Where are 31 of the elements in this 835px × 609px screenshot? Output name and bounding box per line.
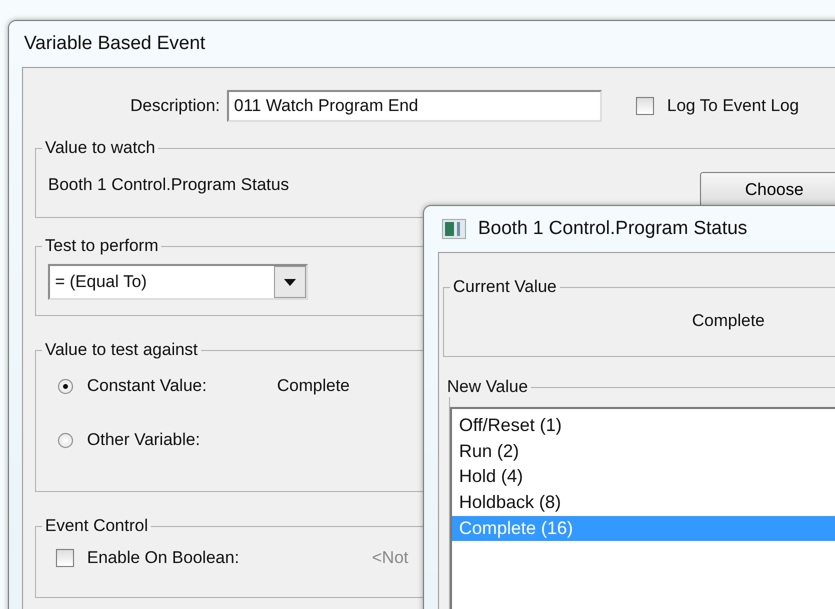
checkbox-label: Enable On Boolean:	[87, 548, 240, 568]
value-list[interactable]: Off/Reset (1) Run (2) Hold (4) Holdback (8) Complete (16)	[450, 407, 835, 609]
group-title: Event Control	[44, 516, 149, 536]
checkbox-label: Log To Event Log	[667, 96, 800, 116]
radio-button[interactable]	[58, 378, 73, 394]
checkbox[interactable]	[56, 549, 74, 567]
group-title: New Value	[446, 377, 529, 397]
boolean-value: <Not	[372, 548, 408, 568]
group-title: Value to test against	[44, 340, 199, 360]
window-title: Variable Based Event	[24, 33, 206, 55]
description-field[interactable]: 011 Watch Program End	[227, 90, 602, 122]
list-item[interactable]: Holdback (8)	[452, 490, 835, 516]
group-title: Test to perform	[44, 236, 160, 256]
radio-button[interactable]	[58, 432, 73, 448]
radio-label: Constant Value:	[87, 376, 208, 396]
dropdown-value: = (Equal To)	[55, 272, 147, 292]
list-item[interactable]: Hold (4)	[452, 464, 835, 490]
checkbox[interactable]	[636, 97, 654, 115]
window-title: Booth 1 Control.Program Status	[478, 218, 748, 240]
variable-name: Booth 1 Control.Program Status	[48, 175, 290, 195]
choose-button[interactable]: Choose	[700, 172, 835, 208]
list-item[interactable]: Off/Reset (1)	[452, 413, 835, 439]
group-title: Current Value	[452, 277, 558, 297]
window-icon	[442, 219, 466, 239]
group-title: Value to watch	[44, 138, 156, 158]
list-item[interactable]: Run (2)	[452, 438, 835, 464]
radio-label: Other Variable:	[87, 430, 202, 450]
constant-value: Complete	[277, 376, 350, 396]
current-value: Complete	[692, 311, 765, 331]
field-label: Description:	[129, 96, 220, 116]
test-dropdown[interactable]: = (Equal To)	[48, 264, 308, 300]
